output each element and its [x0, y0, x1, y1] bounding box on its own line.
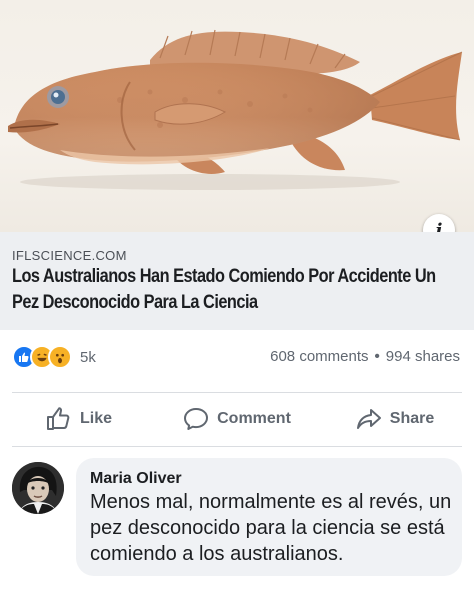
comment-button[interactable]: Comment — [158, 407, 316, 431]
comment-label: Comment — [217, 410, 291, 427]
avatar[interactable] — [12, 462, 64, 514]
reaction-icons — [12, 345, 72, 369]
link-preview-image[interactable]: i — [0, 0, 474, 232]
divider — [12, 446, 462, 447]
action-bar: Like Comment Share — [0, 394, 474, 444]
wow-icon — [48, 345, 72, 369]
fish-illustration — [8, 29, 463, 190]
count-separator: • — [374, 348, 380, 365]
comment-author[interactable]: Maria Oliver — [90, 470, 182, 488]
thumbs-up-icon — [46, 407, 70, 430]
like-button[interactable]: Like — [0, 407, 158, 431]
info-icon: i — [435, 219, 443, 233]
shares-count[interactable]: 994 shares — [386, 348, 460, 365]
link-meta[interactable]: IFLSCIENCE.COM Los Australianos Han Esta… — [0, 232, 474, 330]
reaction-count[interactable]: 5k — [80, 349, 96, 366]
comment-text: Menos mal, normalmente es al revés, un p… — [90, 491, 452, 565]
comments-count[interactable]: 608 comments — [270, 348, 368, 365]
reactions-summary[interactable]: 5k — [12, 344, 96, 370]
engagement-counts: 608 comments • 994 shares — [270, 348, 460, 365]
share-icon — [356, 409, 381, 429]
link-headline[interactable]: Los Australianos Han Estado Comiendo Por… — [12, 264, 464, 316]
link-source: IFLSCIENCE.COM — [12, 248, 127, 263]
comment-bubble: Maria Oliver Menos mal, normalmente es a… — [76, 458, 462, 576]
share-label: Share — [389, 410, 435, 427]
like-label: Like — [79, 410, 112, 427]
divider — [12, 392, 462, 393]
comment-icon — [184, 408, 209, 430]
share-button[interactable]: Share — [316, 407, 474, 431]
